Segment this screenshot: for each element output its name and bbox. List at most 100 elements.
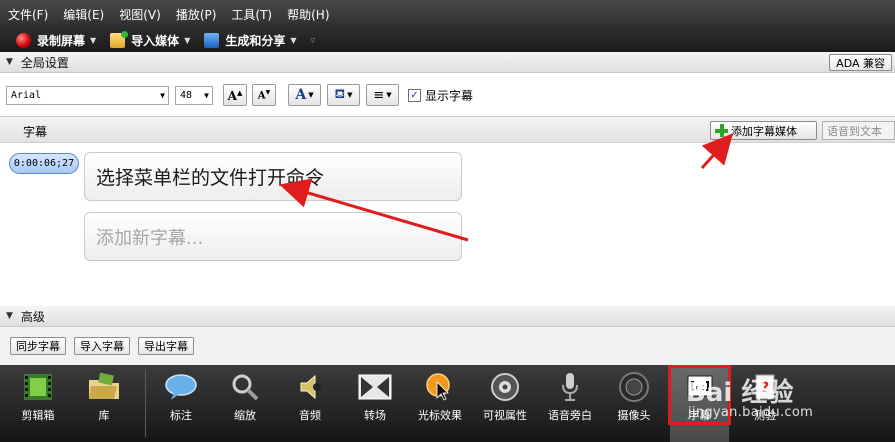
tab-voice-narration[interactable]: 语音旁白 [539, 365, 601, 442]
tab-label: 转场 [364, 409, 386, 422]
paint-bucket-icon: ⛾ [334, 86, 346, 102]
caption-timestamp[interactable]: 0:00:06;27 [9, 153, 79, 174]
chevron-down-icon: ▼ [204, 90, 209, 100]
caption-format-bar: Arial ▼ 48 ▼ A▲ A▼ A ▼ ⛾ ▼ ≡ ▼ ✓ 显示字幕 [0, 74, 895, 116]
menu-view[interactable]: 视图(V) [119, 6, 161, 23]
fill-color-button[interactable]: ⛾ ▼ [327, 84, 360, 106]
menu-play[interactable]: 播放(P) [176, 6, 217, 23]
collapse-triangle-icon[interactable]: ▼ [6, 311, 13, 321]
import-captions-button[interactable]: 导入字幕 [74, 337, 130, 355]
global-settings-header[interactable]: ▼ 全局设置 ADA 兼容 [0, 52, 895, 73]
chevron-down-icon: ▼ [184, 36, 191, 45]
font-size-value: 48 [180, 89, 193, 101]
task-tabs-bar: 剪辑箱 库 标注 缩放 音频 转场 光标效果 可视属性 语音旁白 摄像头 cc … [0, 365, 895, 442]
import-media-button[interactable]: 导入媒体 ▼ [110, 31, 191, 49]
tab-label: 缩放 [234, 409, 256, 422]
import-media-label: 导入媒体 [131, 34, 180, 48]
callout-bubble-icon [164, 371, 198, 403]
tab-audio[interactable]: 音频 [279, 365, 341, 442]
alignment-button[interactable]: ≡ ▼ [366, 84, 399, 106]
library-folder-icon [87, 371, 121, 403]
import-folder-icon [110, 31, 129, 48]
show-captions-toggle[interactable]: ✓ 显示字幕 [408, 87, 473, 104]
tab-label: 字幕 [688, 409, 711, 422]
tab-label: 库 [98, 409, 110, 422]
tab-camera[interactable]: 摄像头 [603, 365, 665, 442]
tab-clip-bin[interactable]: 剪辑箱 [6, 365, 70, 442]
tab-zoom[interactable]: 缩放 [214, 365, 276, 442]
advanced-bar: 同步字幕 导入字幕 导出字幕 [0, 327, 895, 365]
captions-header: 字幕 添加字幕媒体 语音到文本 [0, 116, 895, 143]
tab-visual-properties[interactable]: 可视属性 [474, 365, 536, 442]
align-lines-icon: ≡ [373, 87, 385, 103]
produce-share-button[interactable]: 生成和分享 ▼ [204, 32, 297, 49]
tab-label: 音频 [299, 409, 321, 422]
record-screen-button[interactable]: 录制屏幕 ▼ [16, 32, 96, 49]
tab-quiz[interactable]: ? 测验 [734, 365, 796, 442]
camera-icon [617, 371, 651, 403]
tab-label: 光标效果 [418, 409, 462, 422]
sync-captions-button[interactable]: 同步字幕 [10, 337, 66, 355]
menu-help[interactable]: 帮助(H) [287, 6, 329, 23]
share-icon [204, 33, 220, 48]
svg-text:cc: cc [695, 383, 704, 392]
add-new-caption-box[interactable]: 添加新字幕... [84, 212, 462, 261]
caption-text-box[interactable]: 选择菜单栏的文件打开命令 [84, 152, 462, 201]
increase-font-button[interactable]: A▲ [223, 84, 247, 106]
tab-label: 摄像头 [617, 409, 651, 422]
captions-title: 字幕 [23, 125, 48, 139]
tab-label: 语音旁白 [548, 409, 592, 422]
show-captions-label: 显示字幕 [425, 88, 474, 103]
add-caption-media-label: 添加字幕媒体 [731, 124, 797, 138]
font-name-select[interactable]: Arial ▼ [6, 85, 169, 105]
menu-file[interactable]: 文件(F) [8, 6, 48, 23]
decrease-font-button[interactable]: A▼ [252, 84, 276, 106]
tab-label: 可视属性 [483, 409, 527, 422]
record-icon [16, 33, 31, 48]
tab-library[interactable]: 库 [72, 365, 136, 442]
chevron-down-icon: ▼ [308, 91, 314, 99]
font-size-select[interactable]: 48 ▼ [175, 85, 213, 105]
font-color-button[interactable]: A ▼ [288, 84, 321, 106]
increase-font-icon: A▲ [227, 87, 243, 103]
advanced-header[interactable]: ▼ 高级 [0, 306, 895, 327]
tab-label: 测验 [754, 409, 776, 422]
tab-label: 剪辑箱 [21, 409, 55, 422]
transition-icon [358, 371, 392, 403]
menu-edit[interactable]: 编辑(E) [63, 6, 104, 23]
toolbar-separator [145, 369, 146, 437]
font-color-icon: A [295, 87, 307, 103]
chevron-down-icon: ▼ [290, 36, 297, 45]
main-toolbar: 录制屏幕 ▼ 导入媒体 ▼ 生成和分享 ▼ ▿ [0, 29, 895, 52]
cursor-effect-icon [423, 371, 457, 403]
quiz-icon: ? [748, 371, 782, 403]
add-caption-media-button[interactable]: 添加字幕媒体 [710, 121, 817, 140]
chevron-down-icon: ▼ [347, 91, 353, 99]
tab-captions[interactable]: cc 字幕 [670, 365, 729, 442]
tab-transitions[interactable]: 转场 [344, 365, 406, 442]
export-captions-button[interactable]: 导出字幕 [138, 337, 194, 355]
font-name-value: Arial [11, 89, 42, 101]
produce-share-label: 生成和分享 [225, 34, 286, 48]
visual-properties-icon [488, 371, 522, 403]
chevron-down-icon: ▼ [386, 91, 392, 99]
toolbar-overflow-icon[interactable]: ▿ [311, 36, 316, 46]
collapse-triangle-icon[interactable]: ▼ [6, 57, 13, 67]
caption-list: 0:00:06;27 选择菜单栏的文件打开命令 添加新字幕... [0, 143, 895, 306]
menu-tools[interactable]: 工具(T) [231, 6, 272, 23]
show-captions-checkbox[interactable]: ✓ [408, 88, 421, 102]
chevron-down-icon: ▼ [160, 90, 165, 100]
tab-callouts[interactable]: 标注 [150, 365, 212, 442]
svg-text:?: ? [761, 380, 769, 396]
decrease-font-icon: A▼ [257, 88, 271, 102]
magnifier-icon [228, 371, 262, 403]
menu-bar: 文件(F) 编辑(E) 视图(V) 播放(P) 工具(T) 帮助(H) [0, 0, 895, 29]
tab-label: 标注 [170, 409, 192, 422]
tab-cursor-effects[interactable]: 光标效果 [409, 365, 471, 442]
microphone-icon [553, 371, 587, 403]
speaker-icon [293, 371, 327, 403]
ada-compliance-button[interactable]: ADA 兼容 [829, 54, 892, 71]
speech-to-text-button[interactable]: 语音到文本 [822, 121, 895, 140]
global-settings-title: 全局设置 [20, 55, 69, 70]
plus-icon [715, 124, 728, 137]
